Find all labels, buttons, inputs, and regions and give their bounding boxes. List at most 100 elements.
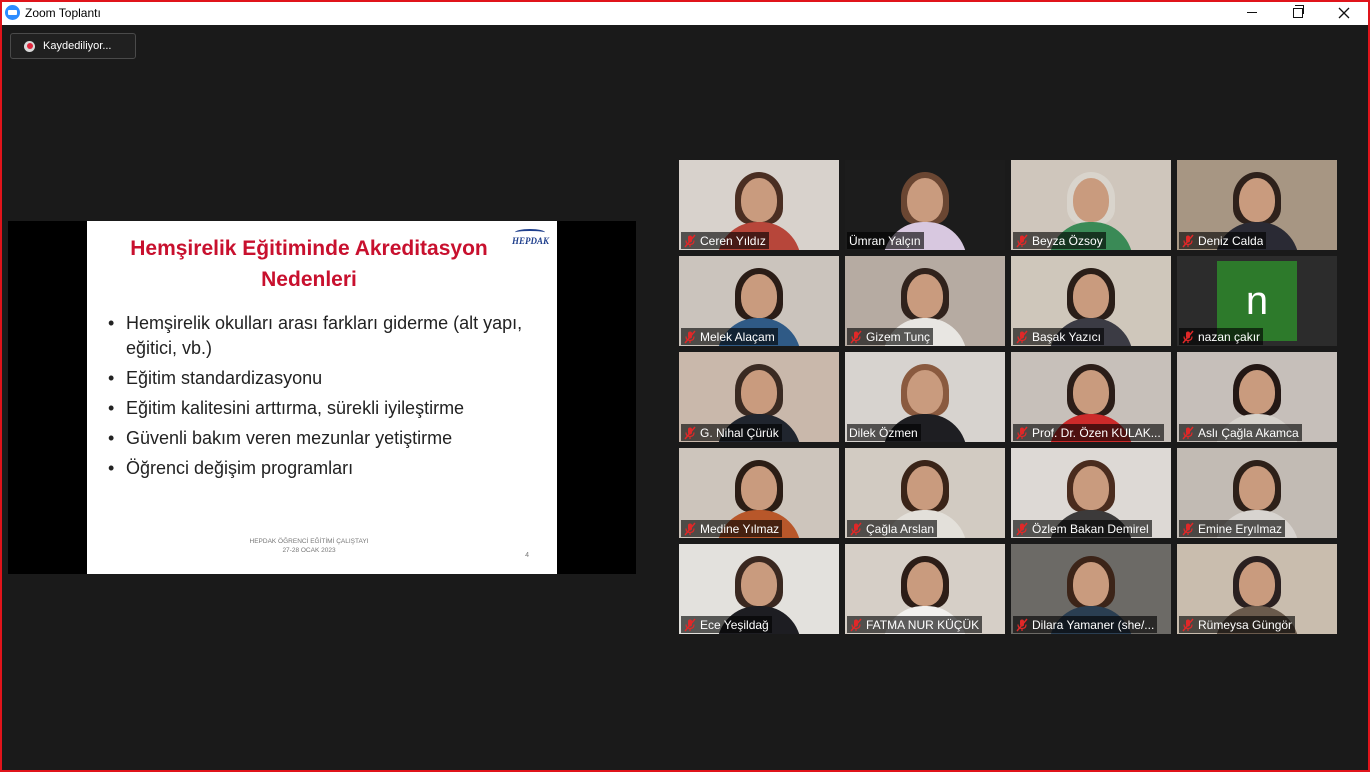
- footer-line2: 27-28 OCAK 2023: [282, 547, 336, 554]
- close-button[interactable]: [1321, 0, 1367, 25]
- muted-mic-icon: [683, 426, 697, 440]
- minimize-button[interactable]: [1229, 0, 1275, 25]
- participant-name: Prof. Dr. Özen KULAK...: [1032, 425, 1161, 440]
- participant-name-tag: Çağla Arslan: [847, 520, 938, 537]
- participant-name: Emine Eryılmaz: [1198, 521, 1283, 536]
- restore-button[interactable]: [1275, 0, 1321, 25]
- participant-name: nazan çakır: [1198, 329, 1261, 344]
- restore-icon: [1293, 4, 1304, 18]
- participant-name: Aslı Çağla Akamca: [1198, 425, 1299, 440]
- participant-tile[interactable]: G. Nihal Çürük: [679, 352, 839, 442]
- participant-tile[interactable]: Emine Eryılmaz: [1177, 448, 1337, 538]
- participant-name: Melek Alaçam: [700, 329, 775, 344]
- muted-mic-icon: [1015, 234, 1029, 248]
- participant-name: Gizem Tunç: [866, 329, 931, 344]
- shared-screen: HEPDAK Hemşirelik Eğitiminde Akreditasyo…: [8, 221, 636, 574]
- zoom-logo-icon: [5, 5, 20, 20]
- muted-mic-icon: [1015, 618, 1029, 632]
- presentation-slide: HEPDAK Hemşirelik Eğitiminde Akreditasyo…: [87, 221, 557, 574]
- participant-name: Beyza Özsoy: [1032, 233, 1103, 248]
- muted-mic-icon: [1181, 522, 1195, 536]
- muted-mic-icon: [1181, 618, 1195, 632]
- participant-name-tag: Ceren Yıldız: [681, 232, 769, 249]
- title-accent: [660, 0, 708, 2]
- participant-name: Ceren Yıldız: [700, 233, 766, 248]
- participant-tile[interactable]: Rümeysa Güngör: [1177, 544, 1337, 634]
- participant-name: Başak Yazıcı: [1032, 329, 1101, 344]
- participant-name-tag: G. Nihal Çürük: [681, 424, 782, 441]
- participant-name-tag: Beyza Özsoy: [1013, 232, 1106, 249]
- muted-mic-icon: [849, 330, 863, 344]
- muted-mic-icon: [1015, 522, 1029, 536]
- slide-page-number: 4: [525, 552, 529, 559]
- participant-name-tag: Gizem Tunç: [847, 328, 934, 345]
- participant-tile[interactable]: Dilek Özmen: [845, 352, 1005, 442]
- participant-tile[interactable]: Ece Yeşildağ: [679, 544, 839, 634]
- bullet-list: Hemşirelik okulları arası farkları gider…: [108, 311, 528, 486]
- participant-name: G. Nihal Çürük: [700, 425, 779, 440]
- window-title: Zoom Toplantı: [25, 5, 101, 20]
- participant-name: Çağla Arslan: [866, 521, 935, 536]
- recording-label: Kaydediliyor...: [43, 40, 112, 52]
- participant-name: Rümeysa Güngör: [1198, 617, 1293, 632]
- participant-tile[interactable]: Prof. Dr. Özen KULAK...: [1011, 352, 1171, 442]
- participant-tile[interactable]: Medine Yılmaz: [679, 448, 839, 538]
- muted-mic-icon: [1181, 234, 1195, 248]
- participant-name-tag: Başak Yazıcı: [1013, 328, 1104, 345]
- participant-tile[interactable]: Çağla Arslan: [845, 448, 1005, 538]
- slide-title-line1: Hemşirelik Eğitiminde Akreditasyon: [130, 237, 488, 260]
- title-bar: Zoom Toplantı: [0, 0, 1370, 25]
- footer-line1: HEPDAK ÖĞRENCİ EĞİTİMİ ÇALIŞTAYI: [249, 538, 369, 545]
- participant-name-tag: Dilara Yamaner (she/...: [1013, 616, 1158, 633]
- participant-tile[interactable]: Başak Yazıcı: [1011, 256, 1171, 346]
- muted-mic-icon: [683, 330, 697, 344]
- slide-title-line2: Nedenleri: [261, 268, 357, 291]
- participant-name: Deniz Calda: [1198, 233, 1264, 248]
- record-icon: [24, 40, 35, 52]
- participant-name-tag: Rümeysa Güngör: [1179, 616, 1296, 633]
- bullet-item: Hemşirelik okulları arası farkları gider…: [108, 311, 528, 361]
- participant-tile[interactable]: FATMA NUR KÜÇÜK: [845, 544, 1005, 634]
- participant-name-tag: Prof. Dr. Özen KULAK...: [1013, 424, 1164, 441]
- participant-tile[interactable]: Deniz Calda: [1177, 160, 1337, 250]
- participant-name: FATMA NUR KÜÇÜK: [866, 617, 980, 632]
- participant-tile[interactable]: Melek Alaçam: [679, 256, 839, 346]
- close-icon: [1338, 7, 1350, 18]
- participant-name-tag: Dilek Özmen: [847, 424, 921, 441]
- participant-tile[interactable]: Ceren Yıldız: [679, 160, 839, 250]
- recording-indicator[interactable]: Kaydediliyor...: [10, 33, 136, 59]
- bullet-item: Eğitim standardizasyonu: [108, 366, 528, 391]
- participant-tile[interactable]: n nazan çakır: [1177, 256, 1337, 346]
- participant-tile[interactable]: Dilara Yamaner (she/...: [1011, 544, 1171, 634]
- participant-name: Ümran Yalçın: [849, 233, 921, 248]
- participant-tile[interactable]: Aslı Çağla Akamca: [1177, 352, 1337, 442]
- participant-name-tag: Ümran Yalçın: [847, 232, 924, 249]
- participant-name: Dilek Özmen: [849, 425, 918, 440]
- muted-mic-icon: [1015, 330, 1029, 344]
- bullet-item: Eğitim kalitesini arttırma, sürekli iyil…: [108, 396, 528, 421]
- minimize-icon: [1247, 12, 1257, 13]
- muted-mic-icon: [849, 618, 863, 632]
- participant-name: Dilara Yamaner (she/...: [1032, 617, 1155, 632]
- participant-name: Özlem Bakan Demirel: [1032, 521, 1149, 536]
- participant-name-tag: Ece Yeşildağ: [681, 616, 772, 633]
- participant-tile[interactable]: Ümran Yalçın: [845, 160, 1005, 250]
- participant-name-tag: Özlem Bakan Demirel: [1013, 520, 1152, 537]
- muted-mic-icon: [1181, 426, 1195, 440]
- participant-name-tag: Melek Alaçam: [681, 328, 778, 345]
- participant-name: Ece Yeşildağ: [700, 617, 769, 632]
- participant-name-tag: Deniz Calda: [1179, 232, 1267, 249]
- participant-tile[interactable]: Özlem Bakan Demirel: [1011, 448, 1171, 538]
- participant-name-tag: Emine Eryılmaz: [1179, 520, 1286, 537]
- participant-name-tag: FATMA NUR KÜÇÜK: [847, 616, 983, 633]
- slide-title: Hemşirelik Eğitiminde Akreditasyon Neden…: [87, 233, 531, 295]
- muted-mic-icon: [1015, 426, 1029, 440]
- bullet-item: Güvenli bakım veren mezunlar yetiştirme: [108, 426, 528, 451]
- participant-tile[interactable]: Gizem Tunç: [845, 256, 1005, 346]
- bullet-item: Öğrenci değişim programları: [108, 456, 528, 481]
- participant-name-tag: Aslı Çağla Akamca: [1179, 424, 1302, 441]
- muted-mic-icon: [683, 522, 697, 536]
- muted-mic-icon: [849, 522, 863, 536]
- muted-mic-icon: [683, 618, 697, 632]
- participant-tile[interactable]: Beyza Özsoy: [1011, 160, 1171, 250]
